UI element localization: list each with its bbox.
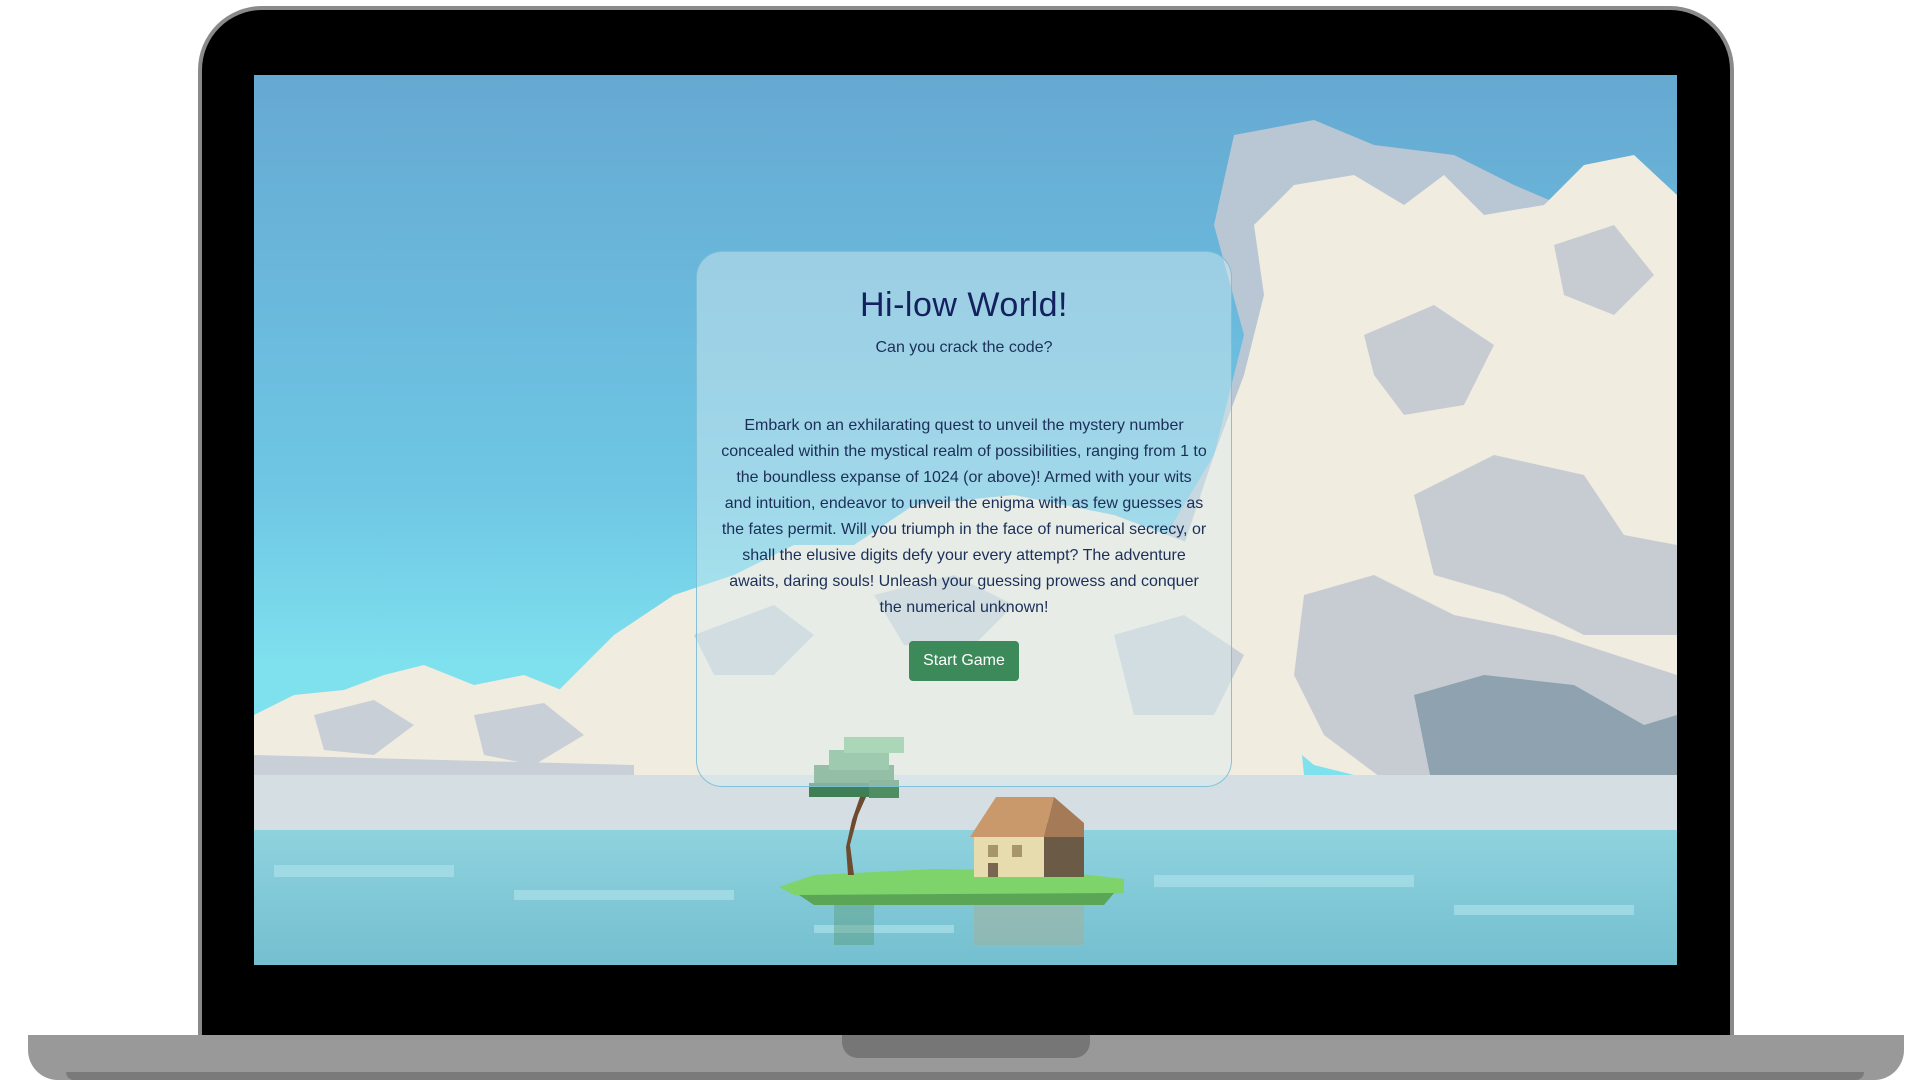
start-game-button[interactable]: Start Game (909, 641, 1019, 681)
page-title: Hi-low World! (859, 286, 1068, 324)
subtitle: Can you crack the code? (875, 339, 1053, 356)
laptop-base-shadow (66, 1072, 1864, 1080)
laptop-notch (842, 1035, 1090, 1058)
intro-card: Hi-low World! Can you crack the code? Em… (696, 251, 1232, 787)
game-screen: Hi-low World! Can you crack the code? Em… (254, 75, 1677, 965)
game-description: Embark on an exhilarating quest to unvei… (721, 417, 1207, 616)
